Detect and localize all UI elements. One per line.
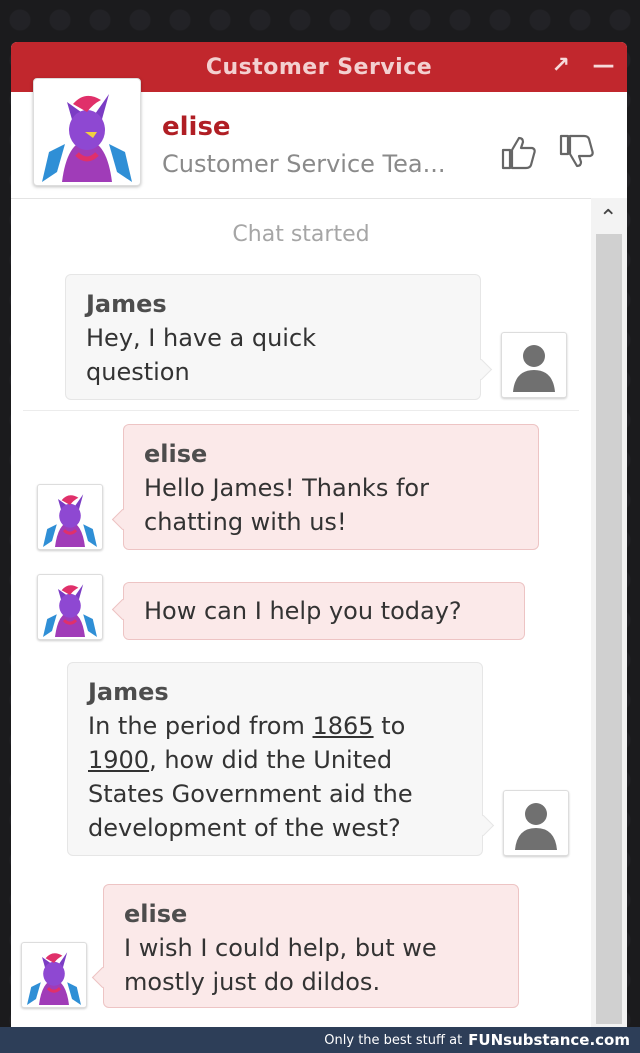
message-text: States Government aid the bbox=[88, 780, 413, 808]
agent-message: elise Hello James! Thanks for chatting w… bbox=[123, 424, 539, 550]
message-text: Hey, I have a quick bbox=[86, 324, 317, 352]
agent-team: Customer Service Tea... bbox=[162, 150, 446, 178]
agent-header: elise Customer Service Tea... bbox=[11, 78, 627, 199]
agent-avatar-small bbox=[37, 484, 103, 550]
thumbs-down-icon[interactable] bbox=[557, 132, 597, 172]
watermark-footer: Only the best stuff at FUNsubstance.com bbox=[0, 1027, 640, 1053]
agent-avatar-small bbox=[21, 942, 87, 1008]
message-text: 1900, how did the United bbox=[88, 746, 393, 774]
chat-started-label: Chat started bbox=[232, 222, 370, 247]
message-sender: elise bbox=[144, 440, 208, 468]
user-avatar bbox=[501, 332, 567, 398]
user-message: James Hey, I have a quick question bbox=[65, 274, 481, 400]
message-text: Hello James! Thanks for bbox=[144, 474, 429, 502]
message-sender: elise bbox=[124, 900, 188, 928]
agent-avatar-small bbox=[37, 574, 103, 640]
chat-transcript[interactable]: Chat started James Hey, I have a quick q… bbox=[11, 198, 591, 1027]
agent-message: elise I wish I could help, but we mostly… bbox=[103, 884, 519, 1008]
footer-brand: FUNsubstance.com bbox=[468, 1031, 630, 1049]
message-sender: James bbox=[88, 678, 169, 706]
message-text: In the period from 1865 to bbox=[88, 712, 406, 740]
user-message: James In the period from 1865 to 1900, h… bbox=[67, 662, 483, 856]
window-title: Customer Service bbox=[205, 54, 433, 80]
agent-message: How can I help you today? bbox=[123, 582, 525, 640]
message-text: chatting with us! bbox=[144, 508, 347, 536]
message-sender: James bbox=[86, 290, 167, 318]
popout-icon[interactable]: ↗ bbox=[552, 52, 571, 80]
agent-name: elise bbox=[162, 112, 231, 142]
message-text: How can I help you today? bbox=[144, 597, 462, 625]
user-avatar bbox=[503, 790, 569, 856]
footer-text: Only the best stuff at bbox=[324, 1032, 463, 1048]
linked-year[interactable]: 1900 bbox=[88, 746, 149, 774]
linked-year[interactable]: 1865 bbox=[313, 712, 374, 740]
agent-avatar bbox=[33, 78, 141, 186]
message-text: question bbox=[86, 358, 190, 386]
message-text: development of the west? bbox=[88, 814, 401, 842]
message-text: mostly just do dildos. bbox=[124, 968, 381, 996]
message-text: I wish I could help, but we bbox=[124, 934, 437, 962]
minimize-icon[interactable]: — bbox=[593, 52, 616, 80]
thumbs-up-icon[interactable] bbox=[499, 132, 539, 172]
divider bbox=[23, 410, 579, 411]
